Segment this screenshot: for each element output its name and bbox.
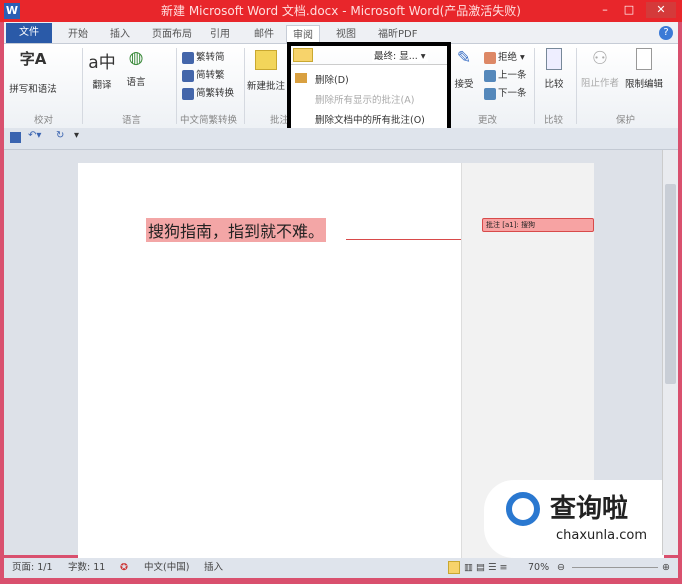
spell-check-icon: 字A (19, 50, 47, 68)
vertical-scrollbar[interactable] (662, 150, 678, 555)
sticky-note-icon (255, 50, 277, 70)
group-label-chinese: 中文简繁转换 (180, 115, 238, 126)
next-icon (484, 87, 496, 100)
globe-icon: ◍ (128, 48, 144, 68)
s2t-icon (182, 69, 194, 82)
comment-balloon[interactable]: 批注 [a1]: 搜狗 (482, 218, 594, 232)
zoom-level[interactable]: 70% (528, 558, 549, 578)
accept-button[interactable]: ✎ 接受 (452, 48, 476, 90)
group-label-compare: 比较 (544, 115, 564, 126)
menu-item-delete-all-shown: 删除所有显示的批注(A) (315, 95, 415, 106)
compare-icon (546, 48, 562, 70)
previous-icon (484, 69, 496, 82)
quick-access-toolbar: ↶▾ ↻ ▾ (4, 128, 678, 150)
t2s-icon (182, 51, 194, 64)
tab-insert[interactable]: 插入 (104, 25, 136, 44)
language-status[interactable]: 中文(中国) (144, 558, 189, 578)
close-button[interactable]: ✕ (646, 2, 676, 18)
watermark-search-icon (506, 492, 540, 526)
group-label-proofing: 校对 (34, 115, 54, 126)
group-label-protect: 保护 (616, 115, 636, 126)
reject-button[interactable]: 拒绝 ▾ (484, 49, 525, 64)
status-bar: 页面: 1/1 字数: 11 ✪ 中文(中国) 插入 ▥ ▤ ☰ ≡ 70% ⊖… (4, 558, 678, 578)
block-authors-icon: ⚇ (591, 48, 609, 69)
zoom-out-button[interactable]: ⊖ (557, 558, 565, 578)
save-icon[interactable] (10, 132, 21, 143)
translate-icon: a中 (88, 53, 116, 73)
tab-page-layout[interactable]: 页面布局 (146, 25, 198, 44)
menu-item-delete[interactable]: 删除(D) (315, 72, 349, 86)
commented-text[interactable]: 搜狗指南，指到就不难。 (146, 218, 327, 242)
proofing-status-icon[interactable]: ✪ (120, 558, 128, 578)
convert-icon (182, 87, 194, 100)
restrict-editing-button[interactable]: 限制编辑 (622, 48, 666, 90)
tab-mailings[interactable]: 邮件 (248, 25, 280, 44)
language-button[interactable]: ◍ 语言 (122, 48, 150, 88)
page-count[interactable]: 页面: 1/1 (12, 558, 53, 578)
undo-icon[interactable]: ↶▾ (28, 130, 41, 141)
group-label-language: 语言 (122, 115, 142, 126)
delete-menu-panel: 删除(D) 删除所有显示的批注(A) 删除文档中的所有批注(O) (291, 64, 447, 130)
print-layout-view-icon[interactable] (448, 561, 460, 574)
t2s-button[interactable]: 繁转简 (182, 49, 225, 64)
document-area: 搜狗指南，指到就不难。 批注 [a1]: 搜狗 查询啦 chaxunla.com (4, 150, 664, 563)
tab-home[interactable]: 开始 (62, 25, 94, 44)
s2t-button[interactable]: 简转繁 (182, 67, 225, 82)
tab-references[interactable]: 引用 (204, 25, 236, 44)
zoom-in-button[interactable]: ⊕ (662, 558, 670, 578)
watermark-logo: 查询啦 chaxunla.com (484, 480, 664, 558)
customize-qat-icon[interactable]: ▾ (74, 130, 79, 141)
accept-icon: ✎ (456, 48, 472, 68)
word-app-icon[interactable]: W (4, 3, 20, 19)
menu-item-delete-all[interactable]: 删除文档中的所有批注(O) (315, 112, 425, 126)
display-for-review-select[interactable]: 最终: 显... ▾ (372, 48, 428, 62)
other-views-icons[interactable]: ▥ ▤ ☰ ≡ (464, 558, 508, 578)
word-count[interactable]: 字数: 11 (68, 558, 105, 578)
document-page[interactable]: 搜狗指南，指到就不难。 (78, 163, 461, 563)
tab-file[interactable]: 文件 (6, 23, 52, 43)
scroll-thumb[interactable] (665, 184, 676, 384)
translate-button[interactable]: a中 翻译 (88, 48, 116, 91)
convert-button[interactable]: 简繁转换 (182, 85, 234, 100)
delete-comment-split-button[interactable] (293, 48, 313, 62)
title-bar: W 新建 Microsoft Word 文档.docx - Microsoft … (0, 0, 682, 22)
group-label-changes: 更改 (478, 115, 498, 126)
compare-button[interactable]: 比较 (542, 48, 566, 90)
reject-icon (484, 51, 496, 64)
ribbon-tabs: 文件 开始 插入 页面布局 引用 邮件 审阅 视图 福昕PDF ? (4, 22, 678, 44)
next-button[interactable]: 下一条 (484, 85, 527, 100)
maximize-button[interactable]: □ (618, 2, 640, 18)
insert-mode[interactable]: 插入 (204, 558, 223, 578)
zoom-slider[interactable] (572, 567, 658, 568)
delete-comment-icon (295, 73, 307, 83)
previous-button[interactable]: 上一条 (484, 67, 527, 82)
help-icon[interactable]: ? (659, 26, 673, 40)
spelling-grammar-button[interactable]: 字A 拼写和语法 (8, 48, 58, 95)
window-title: 新建 Microsoft Word 文档.docx - Microsoft Wo… (161, 4, 521, 18)
block-authors-button[interactable]: ⚇ 阻止作者 (580, 48, 620, 89)
lock-document-icon (636, 48, 652, 70)
redo-icon[interactable]: ↻ (56, 130, 64, 141)
comment-connector (346, 239, 461, 240)
new-comment-button[interactable]: 新建批注 (246, 50, 286, 92)
minimize-button[interactable]: – (594, 2, 616, 18)
